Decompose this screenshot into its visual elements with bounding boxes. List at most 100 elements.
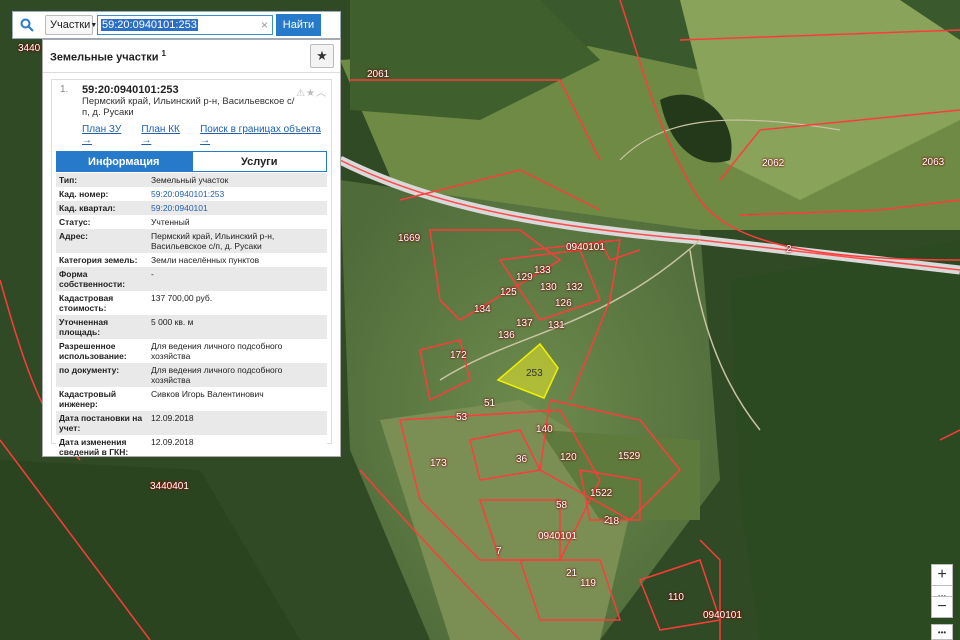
property-row: Кадастровый инженер: Сивков Игорь Валенти…	[56, 387, 327, 411]
panel-header: Земельные участки 1 ★	[43, 40, 340, 73]
property-value: Пермский край, Ильинский р-н, Васильевск…	[148, 229, 327, 253]
parcel-label[interactable]: 125	[500, 287, 517, 298]
property-key: Категория земель:	[56, 253, 148, 267]
parcel-label[interactable]: 131	[548, 320, 565, 331]
search-button[interactable]: Найти	[276, 14, 321, 36]
property-row: Разрешенное использование: Для ведения ли…	[56, 339, 327, 363]
parcel-label[interactable]: 110	[668, 592, 684, 603]
link-plan-zu[interactable]: План ЗУ →	[82, 124, 131, 146]
collapse-icon[interactable]: ︿	[316, 88, 327, 99]
property-key: по документу:	[56, 363, 148, 387]
tab-services[interactable]: Услуги	[191, 151, 327, 172]
parcel-label[interactable]: 133	[534, 265, 551, 276]
property-key: Кад. квартал:	[56, 201, 148, 215]
property-key: Дата постановки на учет:	[56, 411, 148, 435]
result-count: 1	[161, 48, 166, 58]
card-address-line: Пермский край, Ильинский р-н, Васильевск…	[82, 96, 295, 107]
property-value: Для ведения личного подсобного хозяйства	[148, 339, 327, 363]
property-row: Кадастровая стоимость: 137 700,00 руб.	[56, 291, 327, 315]
card-cad-number: 59:20:0940101:253	[82, 84, 179, 96]
parcel-label[interactable]: 130	[540, 282, 557, 293]
property-value: Земли населённых пунктов	[148, 253, 327, 267]
property-value: 5 000 кв. м	[148, 315, 327, 339]
property-value: 137 700,00 руб.	[148, 291, 327, 315]
parcel-label[interactable]: 1522	[590, 488, 612, 499]
parcel-label[interactable]: 173	[430, 458, 447, 469]
search-type-label: Участки	[50, 19, 91, 31]
parcel-label[interactable]: 129	[516, 272, 533, 283]
property-value: -	[148, 267, 327, 291]
star-icon[interactable]: ★	[306, 88, 316, 99]
parcel-info-panel: Земельные участки 1 ★ 1. 59:20:0940101:2…	[42, 39, 341, 457]
property-row: Дата постановки на учет: 12.09.2018	[56, 411, 327, 435]
clear-icon[interactable]: ×	[261, 18, 268, 32]
quarter-label: 0940101	[566, 242, 605, 253]
property-value[interactable]: 59:20:0940101	[148, 201, 327, 215]
parcel-label[interactable]: 21	[566, 568, 577, 579]
search-type-select[interactable]: Участки ▼	[45, 15, 97, 35]
parcel-label[interactable]: 7	[496, 546, 502, 557]
parcel-label[interactable]: 132	[566, 282, 583, 293]
more-button[interactable]: •••	[931, 624, 953, 640]
property-key: Форма собственности:	[56, 267, 148, 291]
property-key: Статус:	[56, 215, 148, 229]
parcel-label[interactable]: 2063	[922, 157, 944, 168]
favorite-button[interactable]: ★	[310, 44, 334, 68]
search-query: 59:20:0940101:253	[101, 19, 198, 31]
property-value[interactable]: 59:20:0940101:253	[148, 187, 327, 201]
parcel-label[interactable]: 2	[786, 244, 792, 255]
property-value: Земельный участок	[148, 173, 327, 187]
parcel-label[interactable]: 58	[556, 500, 567, 511]
property-key: Кадастровый инженер:	[56, 387, 148, 411]
property-row: Тип: Земельный участок	[56, 173, 327, 187]
search-bar: Участки ▼ 59:20:0940101:253 × Найти	[12, 11, 341, 39]
zoom-out-button[interactable]: −	[931, 596, 953, 618]
properties-table: Тип: Земельный участок Кад. номер: 59:20:09…	[56, 173, 327, 456]
parcel-label[interactable]: 2061	[367, 69, 389, 80]
search-input[interactable]: 59:20:0940101:253 ×	[97, 15, 273, 35]
link-plan-kk[interactable]: План КК →	[141, 124, 190, 146]
property-value: 12.09.2018	[148, 435, 327, 456]
selected-parcel-label[interactable]: 253	[526, 368, 543, 379]
property-key: Тип:	[56, 173, 148, 187]
property-value: Для ведения личного подсобного хозяйства	[148, 363, 327, 387]
quarter-label: 0940101	[703, 610, 742, 621]
link-search-within[interactable]: Поиск в границах объекта →	[200, 124, 327, 146]
zoom-in-button[interactable]: +	[931, 564, 953, 586]
property-row: Форма собственности: -	[56, 267, 327, 291]
parcel-label[interactable]: 126	[555, 298, 572, 309]
parcel-label[interactable]: 172	[450, 350, 467, 361]
parcel-label[interactable]: 18	[608, 516, 619, 527]
property-row: Дата изменения сведений в ГКН: 12.09.2018	[56, 435, 327, 456]
parcel-label[interactable]: 140	[536, 424, 553, 435]
property-value: Сивков Игорь Валентинович	[148, 387, 327, 411]
panel-title: Земельные участки 1	[50, 49, 166, 64]
parcel-label[interactable]: 3440	[18, 43, 40, 54]
property-row: Адрес: Пермский край, Ильинский р-н, Васи…	[56, 229, 327, 253]
property-key: Кад. номер:	[56, 187, 148, 201]
parcel-label[interactable]: 36	[516, 454, 527, 465]
quarter-label: 3440401	[150, 481, 189, 492]
parcel-label[interactable]: 120	[560, 452, 577, 463]
property-value: Учтенный	[148, 215, 327, 229]
parcel-label[interactable]: 51	[484, 398, 495, 409]
property-key: Дата изменения сведений в ГКН:	[56, 435, 148, 456]
property-row: по документу: Для ведения личного подсобн…	[56, 363, 327, 387]
parcel-label[interactable]: 2062	[762, 158, 784, 169]
parcel-label[interactable]: 53	[456, 412, 467, 423]
parcel-label[interactable]: 1529	[618, 451, 640, 462]
property-row: Кад. квартал: 59:20:0940101	[56, 201, 327, 215]
tab-info[interactable]: Информация	[56, 151, 192, 172]
item-index: 1.	[60, 84, 69, 95]
parcel-label[interactable]: 1669	[398, 233, 420, 244]
parcel-label[interactable]: 134	[474, 304, 491, 315]
parcel-label[interactable]: 136	[498, 330, 515, 341]
parcel-label[interactable]: 137	[516, 318, 533, 329]
star-icon: ★	[316, 48, 328, 63]
search-icon[interactable]	[13, 12, 41, 38]
property-key: Разрешенное использование:	[56, 339, 148, 363]
warning-icon[interactable]: ⚠	[296, 88, 306, 99]
property-row: Статус: Учтенный	[56, 215, 327, 229]
parcel-label[interactable]: 119	[580, 578, 596, 589]
card-address-line: п, д. Русаки	[82, 107, 134, 118]
